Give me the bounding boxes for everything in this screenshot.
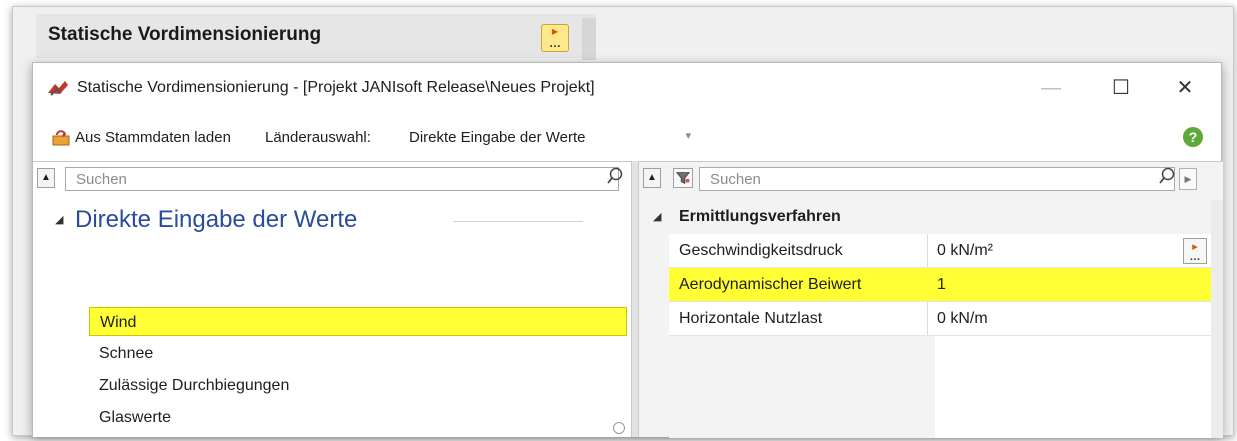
right-search-icon[interactable] (1157, 166, 1177, 186)
property-row-geschwindigkeitsdruck[interactable]: Geschwindigkeitsdruck 0 kN/m² ▸ … (669, 234, 1211, 268)
property-grid-pane: ▲ Suchen ▶ ◢ Ermittlungsverfahren Geschw… (639, 161, 1223, 438)
screenshot-frame: Statische Vordimensionierung ▸ … Statisc… (0, 0, 1237, 441)
load-from-master-data-icon[interactable] (51, 127, 71, 147)
property-name: Horizontale Nutzlast (679, 310, 823, 327)
collapse-all-button[interactable]: ▲ (37, 168, 55, 188)
country-selection-value: Direkte Eingabe der Werte (409, 129, 586, 146)
right-search-input[interactable]: Suchen (699, 167, 1175, 191)
tree-item-wind[interactable]: Wind (89, 307, 627, 336)
property-value[interactable]: 0 kN/m² (937, 242, 993, 260)
column-divider (927, 302, 928, 335)
minimize-button[interactable]: — (1029, 73, 1073, 103)
background-title: Statische Vordimensionierung (48, 24, 322, 45)
column-divider (927, 234, 928, 267)
vordimensionierung-dialog: Statische Vordimensionierung - [Projekt … (32, 62, 1223, 438)
left-navigation-pane: ▲ Suchen ◢ Direkte Eingabe der Werte Win… (33, 161, 631, 437)
right-collapse-all-button[interactable]: ▲ (643, 168, 661, 188)
chevron-right-icon[interactable]: ▶ (1179, 168, 1197, 190)
pane-splitter[interactable] (631, 161, 639, 437)
property-name: Geschwindigkeitsdruck (679, 242, 843, 259)
property-row-horizontale-nutzlast[interactable]: Horizontale Nutzlast 0 kN/m (669, 302, 1211, 336)
right-search-placeholder: Suchen (710, 171, 761, 188)
category-expand-icon[interactable]: ◢ (653, 210, 661, 223)
property-row-aerodynamischer-beiwert[interactable]: Aerodynamischer Beiwert 1 (669, 268, 1211, 302)
title-bar: Statische Vordimensionierung - [Projekt … (33, 63, 1221, 113)
left-search-input[interactable]: Suchen (65, 167, 619, 191)
resize-grip-icon[interactable] (613, 422, 625, 434)
property-value[interactable]: 0 kN/m (937, 310, 988, 328)
category-header[interactable]: ◢ Ermittlungsverfahren (639, 200, 1211, 234)
load-from-master-data-button[interactable]: Aus Stammdaten laden (75, 129, 231, 146)
window-title: Statische Vordimensionierung - [Projekt … (77, 79, 595, 96)
ellipsis-icon: … (1189, 251, 1201, 263)
expand-triangle-icon[interactable]: ◢ (55, 213, 63, 226)
property-name: Aerodynamischer Beiwert (679, 276, 862, 293)
search-icon[interactable] (605, 166, 625, 186)
group-title: Direkte Eingabe der Werte (75, 206, 358, 233)
tree-item-glaswerte[interactable]: Glaswerte (89, 403, 627, 432)
background-scrollbar[interactable] (582, 18, 596, 60)
country-selection-dropdown[interactable]: Direkte Eingabe der Werte ▾ (403, 124, 695, 152)
tree-item-durchbiegungen[interactable]: Zulässige Durchbiegungen (89, 371, 627, 400)
ellipsis-edit-button[interactable]: ▸ … (1183, 238, 1207, 264)
empty-value-column (935, 336, 1211, 438)
close-button[interactable]: ✕ (1163, 73, 1207, 103)
toolbar: Aus Stammdaten laden Länderauswahl: Dire… (33, 121, 1221, 155)
group-divider (453, 221, 583, 222)
help-icon[interactable]: ? (1183, 127, 1203, 147)
left-search-placeholder: Suchen (76, 171, 127, 188)
background-ellipsis-button[interactable]: ▸ … (541, 24, 569, 52)
ellipsis-icon: … (549, 36, 561, 50)
right-scrollbar[interactable] (1211, 200, 1223, 438)
property-value[interactable]: 1 (937, 276, 946, 294)
maximize-button[interactable]: ☐ (1099, 73, 1143, 103)
filter-icon[interactable] (673, 168, 693, 188)
country-selection-label: Länderauswahl: (265, 129, 371, 146)
tree-item-schnee[interactable]: Schnee (89, 339, 627, 368)
category-title: Ermittlungsverfahren (679, 208, 841, 225)
app-icon (48, 81, 68, 96)
chevron-down-icon: ▾ (685, 130, 691, 142)
